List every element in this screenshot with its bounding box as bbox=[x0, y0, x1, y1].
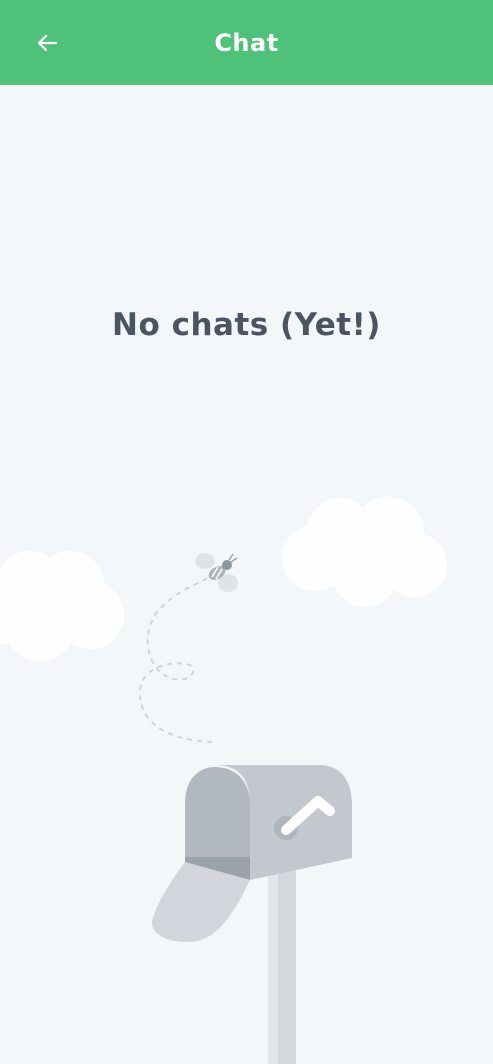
mailbox-illustration bbox=[0, 497, 447, 1064]
cloud-left bbox=[0, 551, 124, 661]
bee-flight-path bbox=[138, 577, 213, 743]
chat-list-area: No chats (Yet!) bbox=[0, 85, 493, 1064]
cloud-right bbox=[282, 497, 447, 607]
bee-icon bbox=[195, 553, 238, 592]
page-title: Chat bbox=[214, 29, 279, 57]
empty-state-message: No chats (Yet!) bbox=[112, 307, 381, 343]
app-bar: Chat bbox=[0, 0, 493, 85]
mailbox-body bbox=[185, 765, 352, 880]
